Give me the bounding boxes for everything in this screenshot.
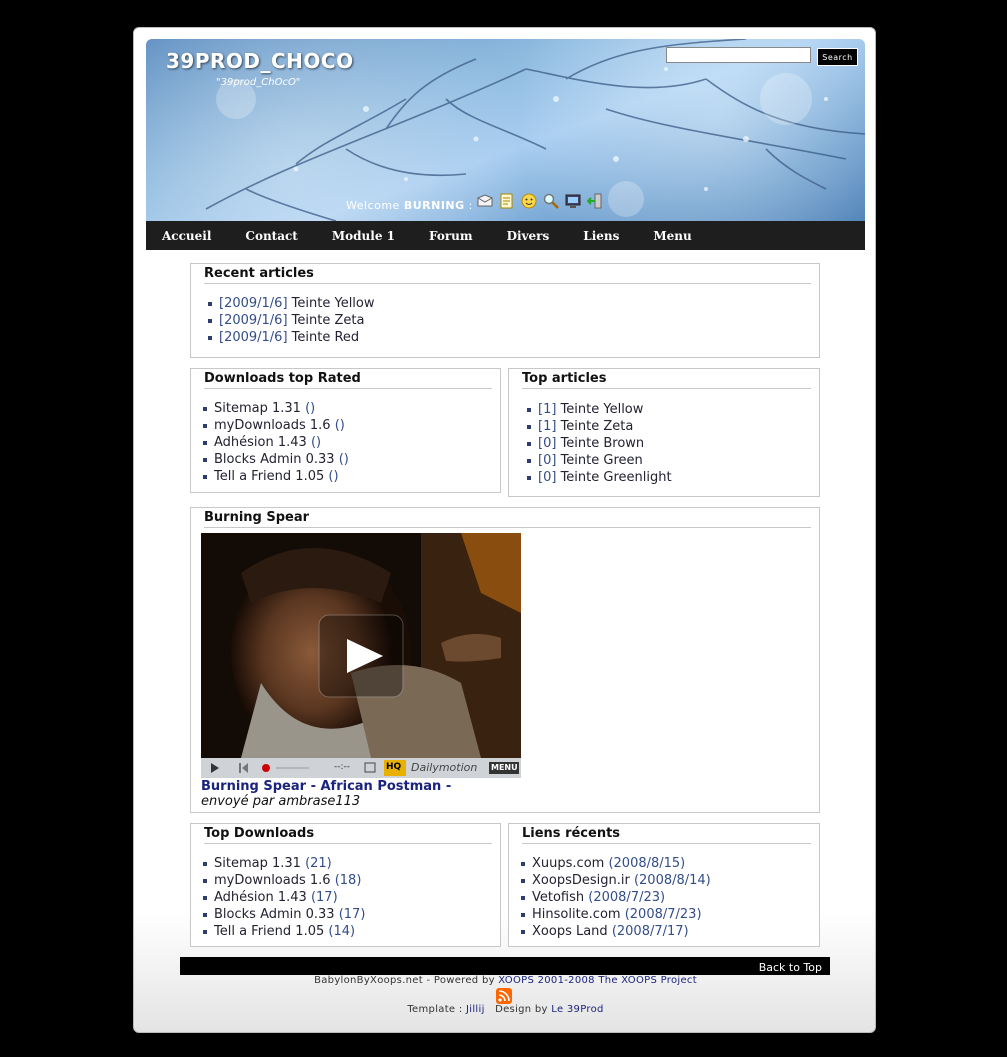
top-articles-block: Top articles [1] Teinte Yellow [1] Teint…: [508, 368, 820, 497]
site-slogan: "39prod_ChOcO": [216, 77, 301, 88]
list-item[interactable]: Adhésion 1.43 (): [203, 434, 349, 451]
xoops-project-link[interactable]: The XOOPS Project: [598, 975, 697, 986]
player-time: --:--: [334, 762, 351, 772]
footer-bar: Back to Top: [180, 957, 830, 975]
list-item[interactable]: Xoops Land (2008/7/17): [521, 923, 711, 940]
nav-item-accueil[interactable]: Accueil: [162, 229, 211, 243]
xoops-link[interactable]: XOOPS 2001-2008: [498, 975, 595, 986]
recent-links-block: Liens récents Xuups.com (2008/8/15) Xoop…: [508, 823, 820, 947]
top-downloads-list: Sitemap 1.31 (21) myDownloads 1.6 (18) A…: [203, 855, 365, 940]
list-item[interactable]: Xuups.com (2008/8/15): [521, 855, 711, 872]
video-player[interactable]: --:-- HQ Dailymotion MENU: [201, 533, 521, 778]
main-navigation: Accueil Contact Module 1 Forum Divers Li…: [146, 221, 865, 250]
rss-icon[interactable]: [496, 988, 512, 1004]
block-title: Liens récents: [522, 826, 811, 844]
logout-icon[interactable]: [586, 192, 604, 210]
recent-articles-list: [2009/1/6] Teinte Yellow [2009/1/6] Tein…: [208, 295, 375, 346]
video-uploader[interactable]: envoyé par ambrase113: [201, 794, 360, 809]
search-input[interactable]: [666, 47, 811, 63]
list-item[interactable]: [0] Teinte Brown: [527, 435, 672, 452]
nav-item-menu[interactable]: Menu: [653, 229, 691, 243]
list-item[interactable]: [1] Teinte Yellow: [527, 401, 672, 418]
nav-item-divers[interactable]: Divers: [507, 229, 550, 243]
list-item[interactable]: [0] Teinte Greenlight: [527, 469, 672, 486]
smiley-icon[interactable]: [520, 192, 538, 210]
downloads-top-rated-list: Sitemap 1.31 () myDownloads 1.6 () Adhés…: [203, 400, 349, 485]
page-container: 39PROD_CHOCO "39prod_ChOcO" Search Welco…: [133, 27, 876, 1033]
list-item[interactable]: Blocks Admin 0.33 (17): [203, 906, 365, 923]
block-title: Top articles: [522, 371, 811, 389]
list-item[interactable]: [0] Teinte Green: [527, 452, 672, 469]
list-item[interactable]: Blocks Admin 0.33 (): [203, 451, 349, 468]
powered-prefix: BabylonByXoops.net - Powered by: [314, 975, 495, 986]
list-item[interactable]: Vetofish (2008/7/23): [521, 889, 711, 906]
nav-item-contact[interactable]: Contact: [245, 229, 297, 243]
design-author-link[interactable]: Le 39Prod: [551, 1004, 603, 1015]
site-header: 39PROD_CHOCO "39prod_ChOcO" Search Welco…: [146, 39, 865, 221]
list-item[interactable]: Sitemap 1.31 (21): [203, 855, 365, 872]
list-item[interactable]: myDownloads 1.6 (): [203, 417, 349, 434]
powered-by-line: BabylonByXoops.net - Powered by XOOPS 20…: [134, 975, 877, 986]
inbox-icon[interactable]: [476, 192, 494, 210]
block-title: Burning Spear: [204, 510, 811, 528]
nav-item-liens[interactable]: Liens: [583, 229, 619, 243]
list-item[interactable]: Hinsolite.com (2008/7/23): [521, 906, 711, 923]
list-item[interactable]: [1] Teinte Zeta: [527, 418, 672, 435]
list-item[interactable]: XoopsDesign.ir (2008/8/14): [521, 872, 711, 889]
block-title: Top Downloads: [204, 826, 492, 844]
template-author-link[interactable]: Jillij: [466, 1004, 485, 1015]
back-to-top-link[interactable]: Back to Top: [759, 961, 822, 974]
design-label: Design by: [495, 1004, 548, 1015]
search-icon[interactable]: [542, 192, 560, 210]
recent-articles-block: Recent articles [2009/1/6] Teinte Yellow…: [190, 263, 820, 358]
list-item[interactable]: [2009/1/6] Teinte Zeta: [208, 312, 375, 329]
downloads-top-rated-block: Downloads top Rated Sitemap 1.31 () myDo…: [190, 368, 501, 493]
list-item[interactable]: [2009/1/6] Teinte Yellow: [208, 295, 375, 312]
edit-account-icon[interactable]: [498, 192, 516, 210]
site-title[interactable]: 39PROD_CHOCO: [166, 49, 354, 73]
hq-button[interactable]: HQ: [386, 762, 401, 772]
list-item[interactable]: Tell a Friend 1.05 (): [203, 468, 349, 485]
block-title: Downloads top Rated: [204, 371, 492, 389]
block-title: Recent articles: [204, 266, 811, 284]
video-title-link[interactable]: Burning Spear - African Postman -: [201, 779, 451, 794]
player-menu-button[interactable]: MENU: [491, 763, 518, 772]
list-item[interactable]: myDownloads 1.6 (18): [203, 872, 365, 889]
welcome-username: BURNING: [403, 199, 465, 212]
dailymotion-logo[interactable]: Dailymotion: [411, 761, 477, 774]
list-item[interactable]: Sitemap 1.31 (): [203, 400, 349, 417]
search-button[interactable]: Search: [817, 48, 858, 66]
template-label: Template :: [407, 1004, 463, 1015]
top-downloads-block: Top Downloads Sitemap 1.31 (21) myDownlo…: [190, 823, 501, 947]
list-item[interactable]: Tell a Friend 1.05 (14): [203, 923, 365, 940]
top-articles-list: [1] Teinte Yellow [1] Teinte Zeta [0] Te…: [527, 401, 672, 486]
credits-line: Template : Jillij Design by Le 39Prod: [134, 1004, 877, 1015]
list-item[interactable]: [2009/1/6] Teinte Red: [208, 329, 375, 346]
user-toolbar: [476, 192, 604, 210]
nav-item-forum[interactable]: Forum: [429, 229, 473, 243]
welcome-message: Welcome BURNING :: [346, 199, 473, 212]
recent-links-list: Xuups.com (2008/8/15) XoopsDesign.ir (20…: [521, 855, 711, 940]
nav-item-module-1[interactable]: Module 1: [332, 229, 395, 243]
admin-icon[interactable]: [564, 192, 582, 210]
welcome-prefix: Welcome: [346, 199, 400, 212]
list-item[interactable]: Adhésion 1.43 (17): [203, 889, 365, 906]
burning-spear-video-block: Burning Spear --:-- HQ Dailymotion MENU …: [190, 507, 820, 813]
video-thumbnail: [201, 533, 521, 778]
welcome-suffix: :: [468, 199, 473, 212]
